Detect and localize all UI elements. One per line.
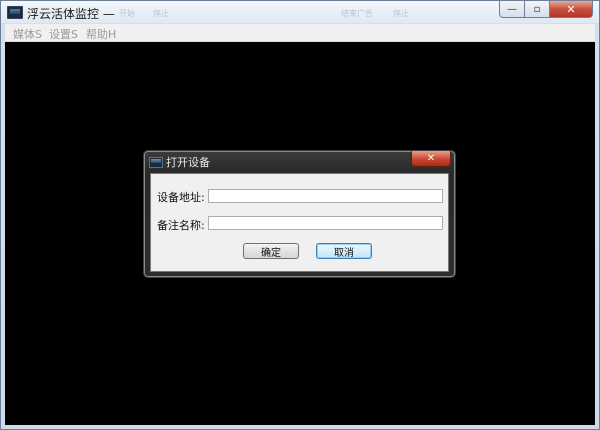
menu-media[interactable]: 媒体S (13, 26, 42, 42)
close-icon: ✕ (566, 2, 576, 16)
menu-settings[interactable]: 设置S (49, 26, 78, 42)
maximize-icon: ▫ (533, 3, 541, 15)
monitor-icon (7, 6, 23, 19)
close-button[interactable]: ✕ (550, 1, 593, 18)
menu-help[interactable]: 帮助H (86, 26, 116, 42)
close-icon: ✕ (426, 153, 436, 164)
ghost-text: 结束广告 (341, 9, 373, 18)
ghost-text: 停止 (393, 9, 409, 18)
dialog-close-button[interactable]: ✕ (411, 151, 451, 167)
ghost-text: 停止 (153, 9, 169, 18)
ok-button[interactable]: 确定 (243, 243, 299, 259)
minimize-button[interactable]: — (499, 1, 525, 18)
monitor-icon (149, 157, 163, 168)
title-bar[interactable]: 浮云活体监控 — 开始 停止 结束广告 停止 — ▫ ✕ (1, 1, 599, 23)
remark-name-input[interactable] (208, 216, 443, 230)
dialog-title: 打开设备 (166, 156, 210, 169)
ghost-text: 开始 (119, 9, 135, 18)
window-controls: — ▫ ✕ (499, 1, 593, 19)
dialog-body: 设备地址: 备注名称: 确定 取消 (150, 173, 449, 272)
maximize-button[interactable]: ▫ (525, 1, 550, 18)
open-device-dialog: 打开设备 ✕ 设备地址: 备注名称: 确定 取消 (143, 150, 456, 278)
window-title: 浮云活体监控 — (27, 7, 115, 21)
minimize-icon: — (507, 3, 517, 15)
cancel-button[interactable]: 取消 (316, 243, 372, 259)
remark-name-label: 备注名称: (157, 219, 205, 232)
menu-bar: 媒体S 设置S 帮助H (5, 24, 595, 42)
device-address-input[interactable] (208, 189, 443, 203)
device-address-label: 设备地址: (157, 191, 205, 204)
